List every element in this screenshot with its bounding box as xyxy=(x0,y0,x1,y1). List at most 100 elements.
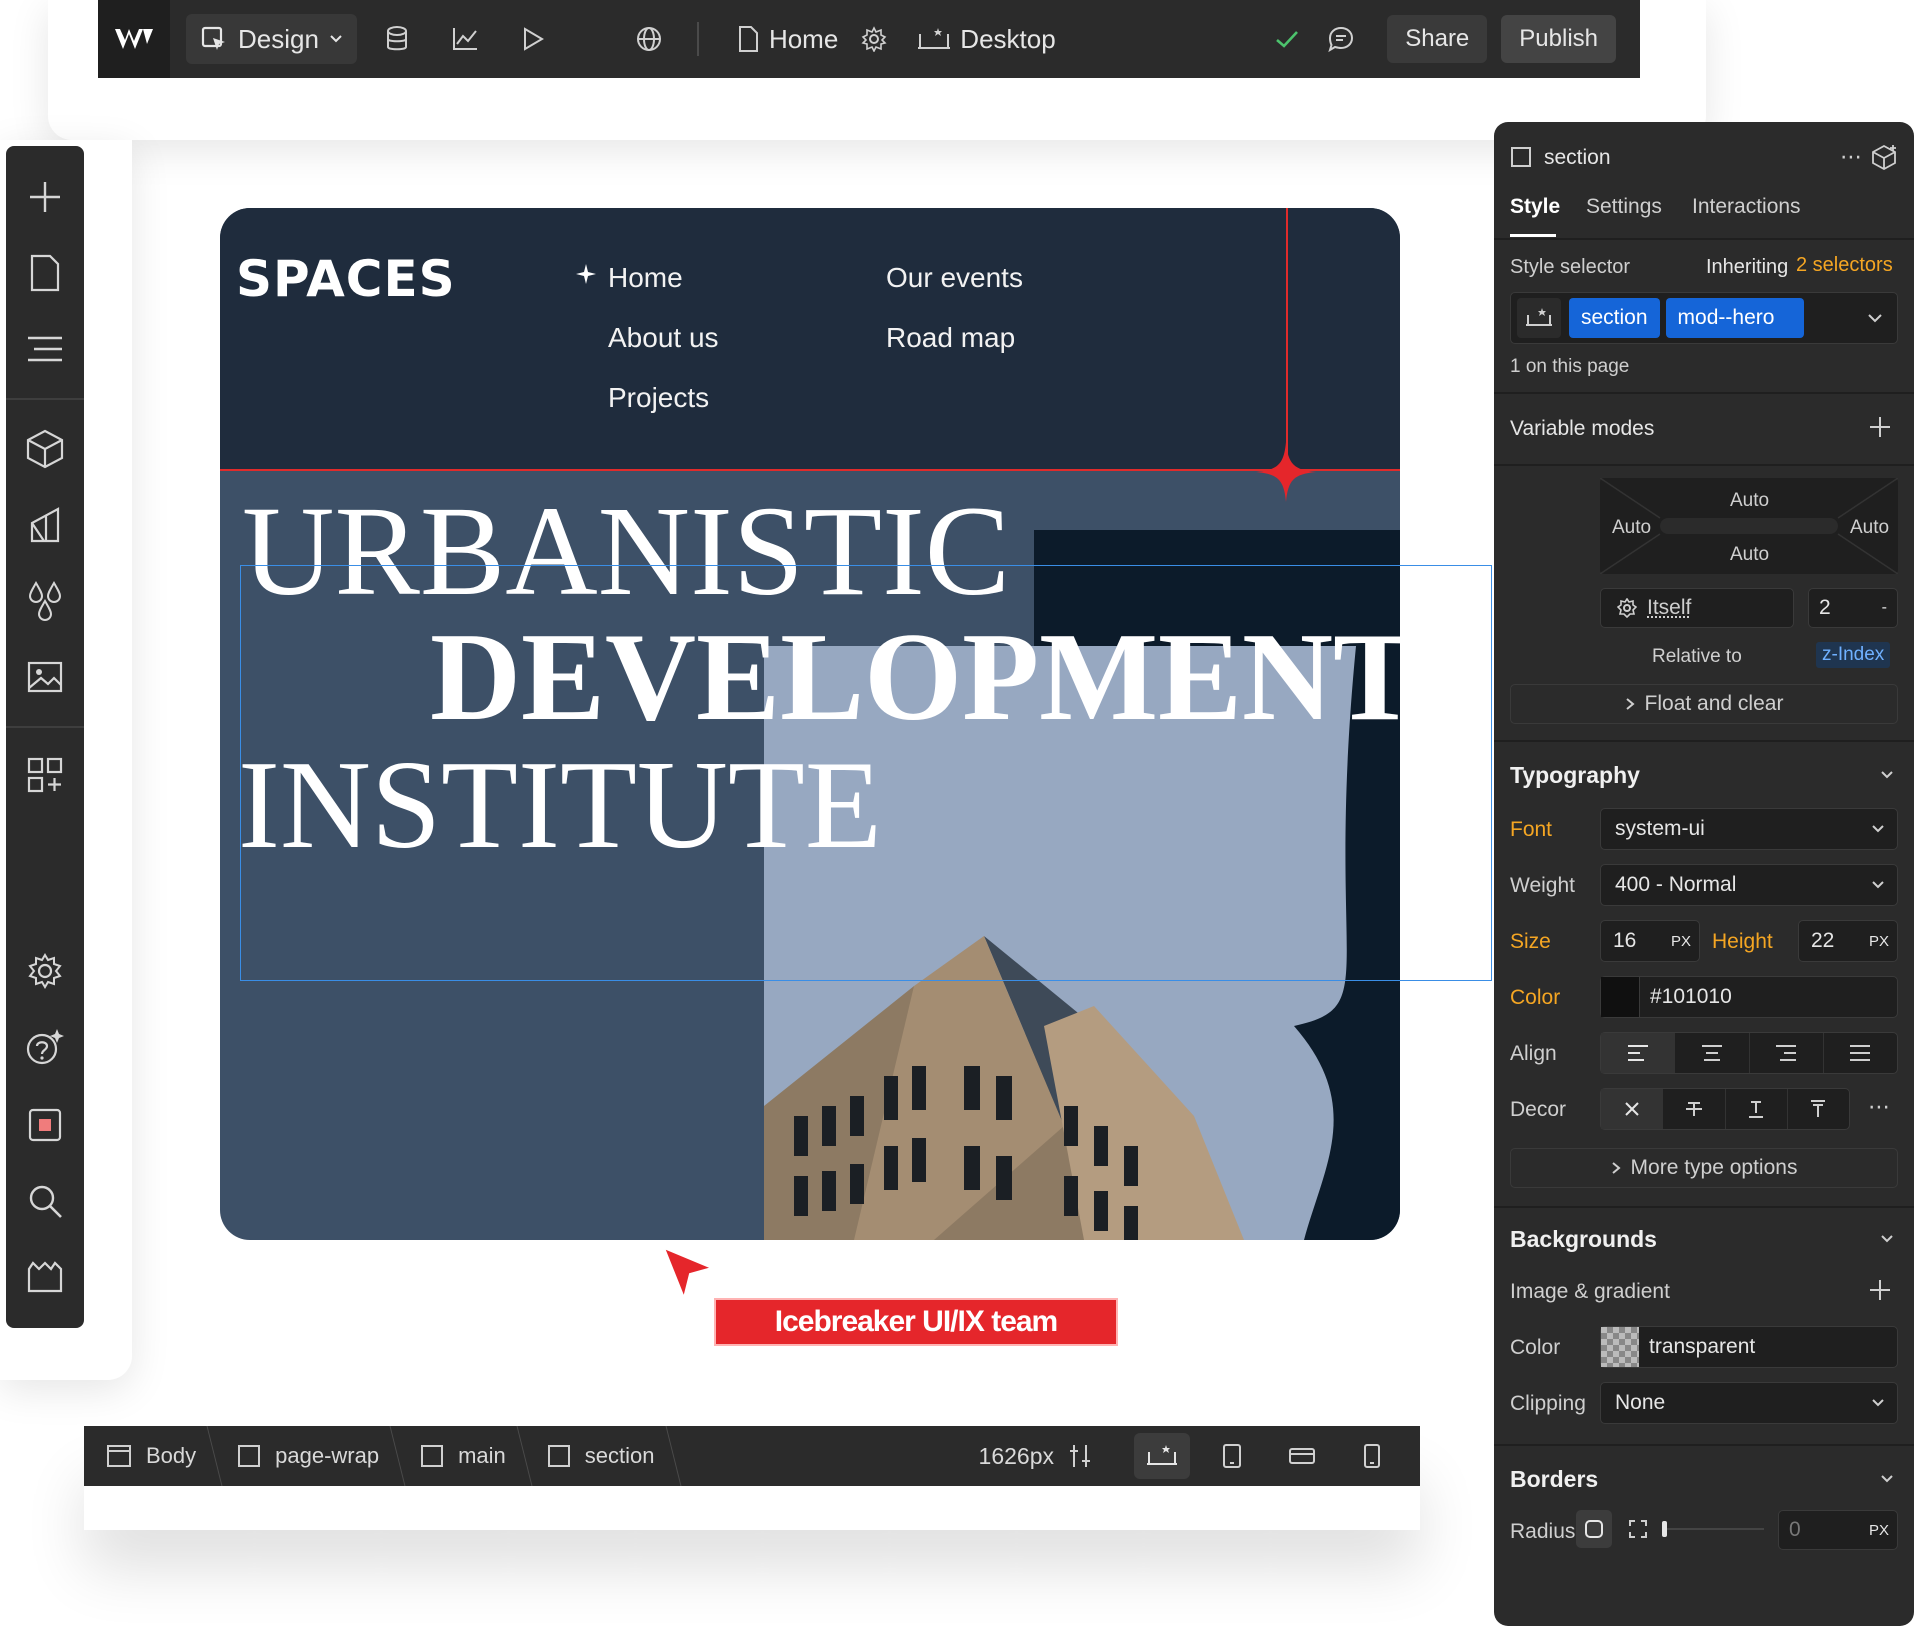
nav-link-home[interactable]: Home xyxy=(608,262,683,294)
nav-link-projects[interactable]: Projects xyxy=(608,382,709,414)
components-cube-icon[interactable] xyxy=(20,424,70,474)
variables-style-icon[interactable] xyxy=(20,500,70,550)
chevron-down-icon[interactable] xyxy=(1880,770,1894,780)
decor-label: Decor xyxy=(1510,1098,1567,1121)
nav-link-roadmap[interactable]: Road map xyxy=(886,322,1015,354)
align-left-icon[interactable] xyxy=(1601,1033,1676,1073)
chevron-down-icon xyxy=(1871,880,1885,890)
offset-top-value[interactable]: Auto xyxy=(1730,490,1769,512)
chevron-down-icon[interactable] xyxy=(1867,313,1883,323)
line-height-unit[interactable]: PX xyxy=(1869,933,1889,950)
decoration-none-icon[interactable] xyxy=(1601,1089,1664,1129)
breadcrumb-main[interactable]: main xyxy=(398,1426,524,1486)
more-options-icon[interactable]: ⋯ xyxy=(1840,144,1862,170)
offset-bottom-value[interactable]: Auto xyxy=(1730,544,1769,566)
line-height-input[interactable]: 22 PX xyxy=(1798,920,1898,962)
more-type-options-button[interactable]: More type options xyxy=(1510,1148,1898,1188)
globe-icon[interactable] xyxy=(627,14,671,64)
left-sidebar xyxy=(6,146,84,1328)
weight-select[interactable]: 400 - Normal xyxy=(1600,864,1898,906)
share-button[interactable]: Share xyxy=(1387,15,1488,63)
backgrounds-section-title[interactable]: Backgrounds xyxy=(1510,1226,1657,1253)
offset-left-value[interactable]: Auto xyxy=(1612,517,1651,539)
overline-icon[interactable] xyxy=(1788,1089,1849,1129)
chevron-down-icon[interactable] xyxy=(1880,1474,1894,1484)
record-stop-icon[interactable] xyxy=(20,1100,70,1150)
offset-right-value[interactable]: Auto xyxy=(1850,517,1889,539)
add-variable-mode-plus-icon[interactable] xyxy=(1868,415,1892,439)
mobile-portrait-breakpoint-button[interactable] xyxy=(1344,1433,1400,1479)
preview-play-icon[interactable] xyxy=(511,14,555,64)
tab-style[interactable]: Style xyxy=(1510,195,1560,219)
font-select[interactable]: system-ui xyxy=(1600,808,1898,850)
radius-unit[interactable]: PX xyxy=(1869,1522,1889,1539)
add-elements-plus-icon[interactable] xyxy=(20,172,70,222)
text-color-input[interactable]: #101010 xyxy=(1600,976,1898,1018)
selector-chip-mod-hero[interactable]: mod--hero xyxy=(1665,298,1805,338)
component-cube-icon[interactable] xyxy=(1872,144,1898,170)
variable-modes-label: Variable modes xyxy=(1510,417,1655,440)
align-center-icon[interactable] xyxy=(1675,1033,1750,1073)
publish-button[interactable]: Publish xyxy=(1501,15,1616,63)
breadcrumb-page-wrap[interactable]: page-wrap xyxy=(215,1426,397,1486)
tablet-breakpoint-button[interactable] xyxy=(1204,1433,1260,1479)
site-logo[interactable]: SPACES xyxy=(236,250,456,308)
inherited-selectors-link[interactable]: 2 selectors xyxy=(1796,254,1893,277)
analytics-chart-icon[interactable] xyxy=(443,14,487,64)
webflow-logo[interactable] xyxy=(98,0,170,78)
collaborator-name-tag: Icebreaker UI/IX team xyxy=(714,1298,1118,1346)
search-icon[interactable] xyxy=(20,1176,70,1226)
radius-individual-corners-icon[interactable] xyxy=(1620,1510,1656,1548)
clipping-select[interactable]: None xyxy=(1600,1382,1898,1424)
breakpoint-selector-button[interactable]: Desktop xyxy=(896,14,1069,64)
add-background-plus-icon[interactable] xyxy=(1868,1278,1892,1302)
line-height-label: Height xyxy=(1712,930,1773,953)
page-selector-button[interactable]: Home xyxy=(713,14,852,64)
radius-slider[interactable] xyxy=(1662,1521,1764,1537)
breadcrumb-section[interactable]: section xyxy=(525,1426,673,1486)
float-and-clear-button[interactable]: Float and clear xyxy=(1510,684,1898,724)
typography-section-title[interactable]: Typography xyxy=(1510,762,1640,789)
design-mode-button[interactable]: Design xyxy=(186,14,357,64)
font-size-unit[interactable]: PX xyxy=(1671,933,1691,950)
transparent-checker-swatch[interactable] xyxy=(1601,1327,1639,1367)
align-right-icon[interactable] xyxy=(1750,1033,1824,1073)
radius-slider-handle[interactable] xyxy=(1662,1521,1667,1537)
background-color-input[interactable]: transparent xyxy=(1600,1326,1898,1368)
ai-help-icon[interactable] xyxy=(20,1022,70,1072)
tab-settings[interactable]: Settings xyxy=(1586,195,1662,219)
nav-link-about[interactable]: About us xyxy=(608,322,719,354)
apps-grid-plus-icon[interactable] xyxy=(20,750,70,800)
chevron-down-icon[interactable] xyxy=(1880,1234,1894,1244)
color-swatches-drops-icon[interactable] xyxy=(20,576,70,626)
radius-input[interactable]: 0 PX xyxy=(1778,1510,1898,1550)
desktop-breakpoint-button[interactable] xyxy=(1134,1433,1190,1479)
resize-handle-icon[interactable] xyxy=(1068,1443,1092,1469)
align-justify-icon[interactable] xyxy=(1824,1033,1897,1073)
navigator-list-icon[interactable] xyxy=(20,324,70,374)
settings-gear-icon[interactable] xyxy=(20,946,70,996)
sidebar-divider xyxy=(6,726,84,728)
tab-interactions[interactable]: Interactions xyxy=(1692,195,1801,219)
nav-link-events[interactable]: Our events xyxy=(886,262,1023,294)
radius-all-corners-icon[interactable] xyxy=(1576,1510,1612,1548)
comments-icon[interactable] xyxy=(1319,14,1363,64)
more-decor-options-icon[interactable]: ⋯ xyxy=(1868,1094,1890,1120)
selector-chip-section[interactable]: section xyxy=(1569,298,1660,338)
video-tutorials-icon[interactable] xyxy=(20,1252,70,1302)
z-index-input[interactable]: 2 - xyxy=(1808,588,1898,628)
page-label: Home xyxy=(768,23,839,54)
mobile-landscape-breakpoint-button[interactable] xyxy=(1274,1433,1330,1479)
pages-icon[interactable] xyxy=(20,248,70,298)
page-settings-gear-icon[interactable] xyxy=(852,14,896,64)
breadcrumb-body[interactable]: Body xyxy=(84,1426,214,1486)
relative-to-select[interactable]: Itself xyxy=(1600,588,1794,628)
text-color-swatch[interactable] xyxy=(1601,977,1640,1017)
font-size-input[interactable]: 16 PX xyxy=(1600,920,1700,962)
underline-icon[interactable] xyxy=(1726,1089,1788,1129)
borders-section-title[interactable]: Borders xyxy=(1510,1466,1598,1493)
selector-input[interactable]: section mod--hero xyxy=(1510,292,1898,344)
cms-database-icon[interactable] xyxy=(375,14,419,64)
strikethrough-icon[interactable] xyxy=(1663,1089,1726,1129)
assets-image-icon[interactable] xyxy=(20,652,70,702)
